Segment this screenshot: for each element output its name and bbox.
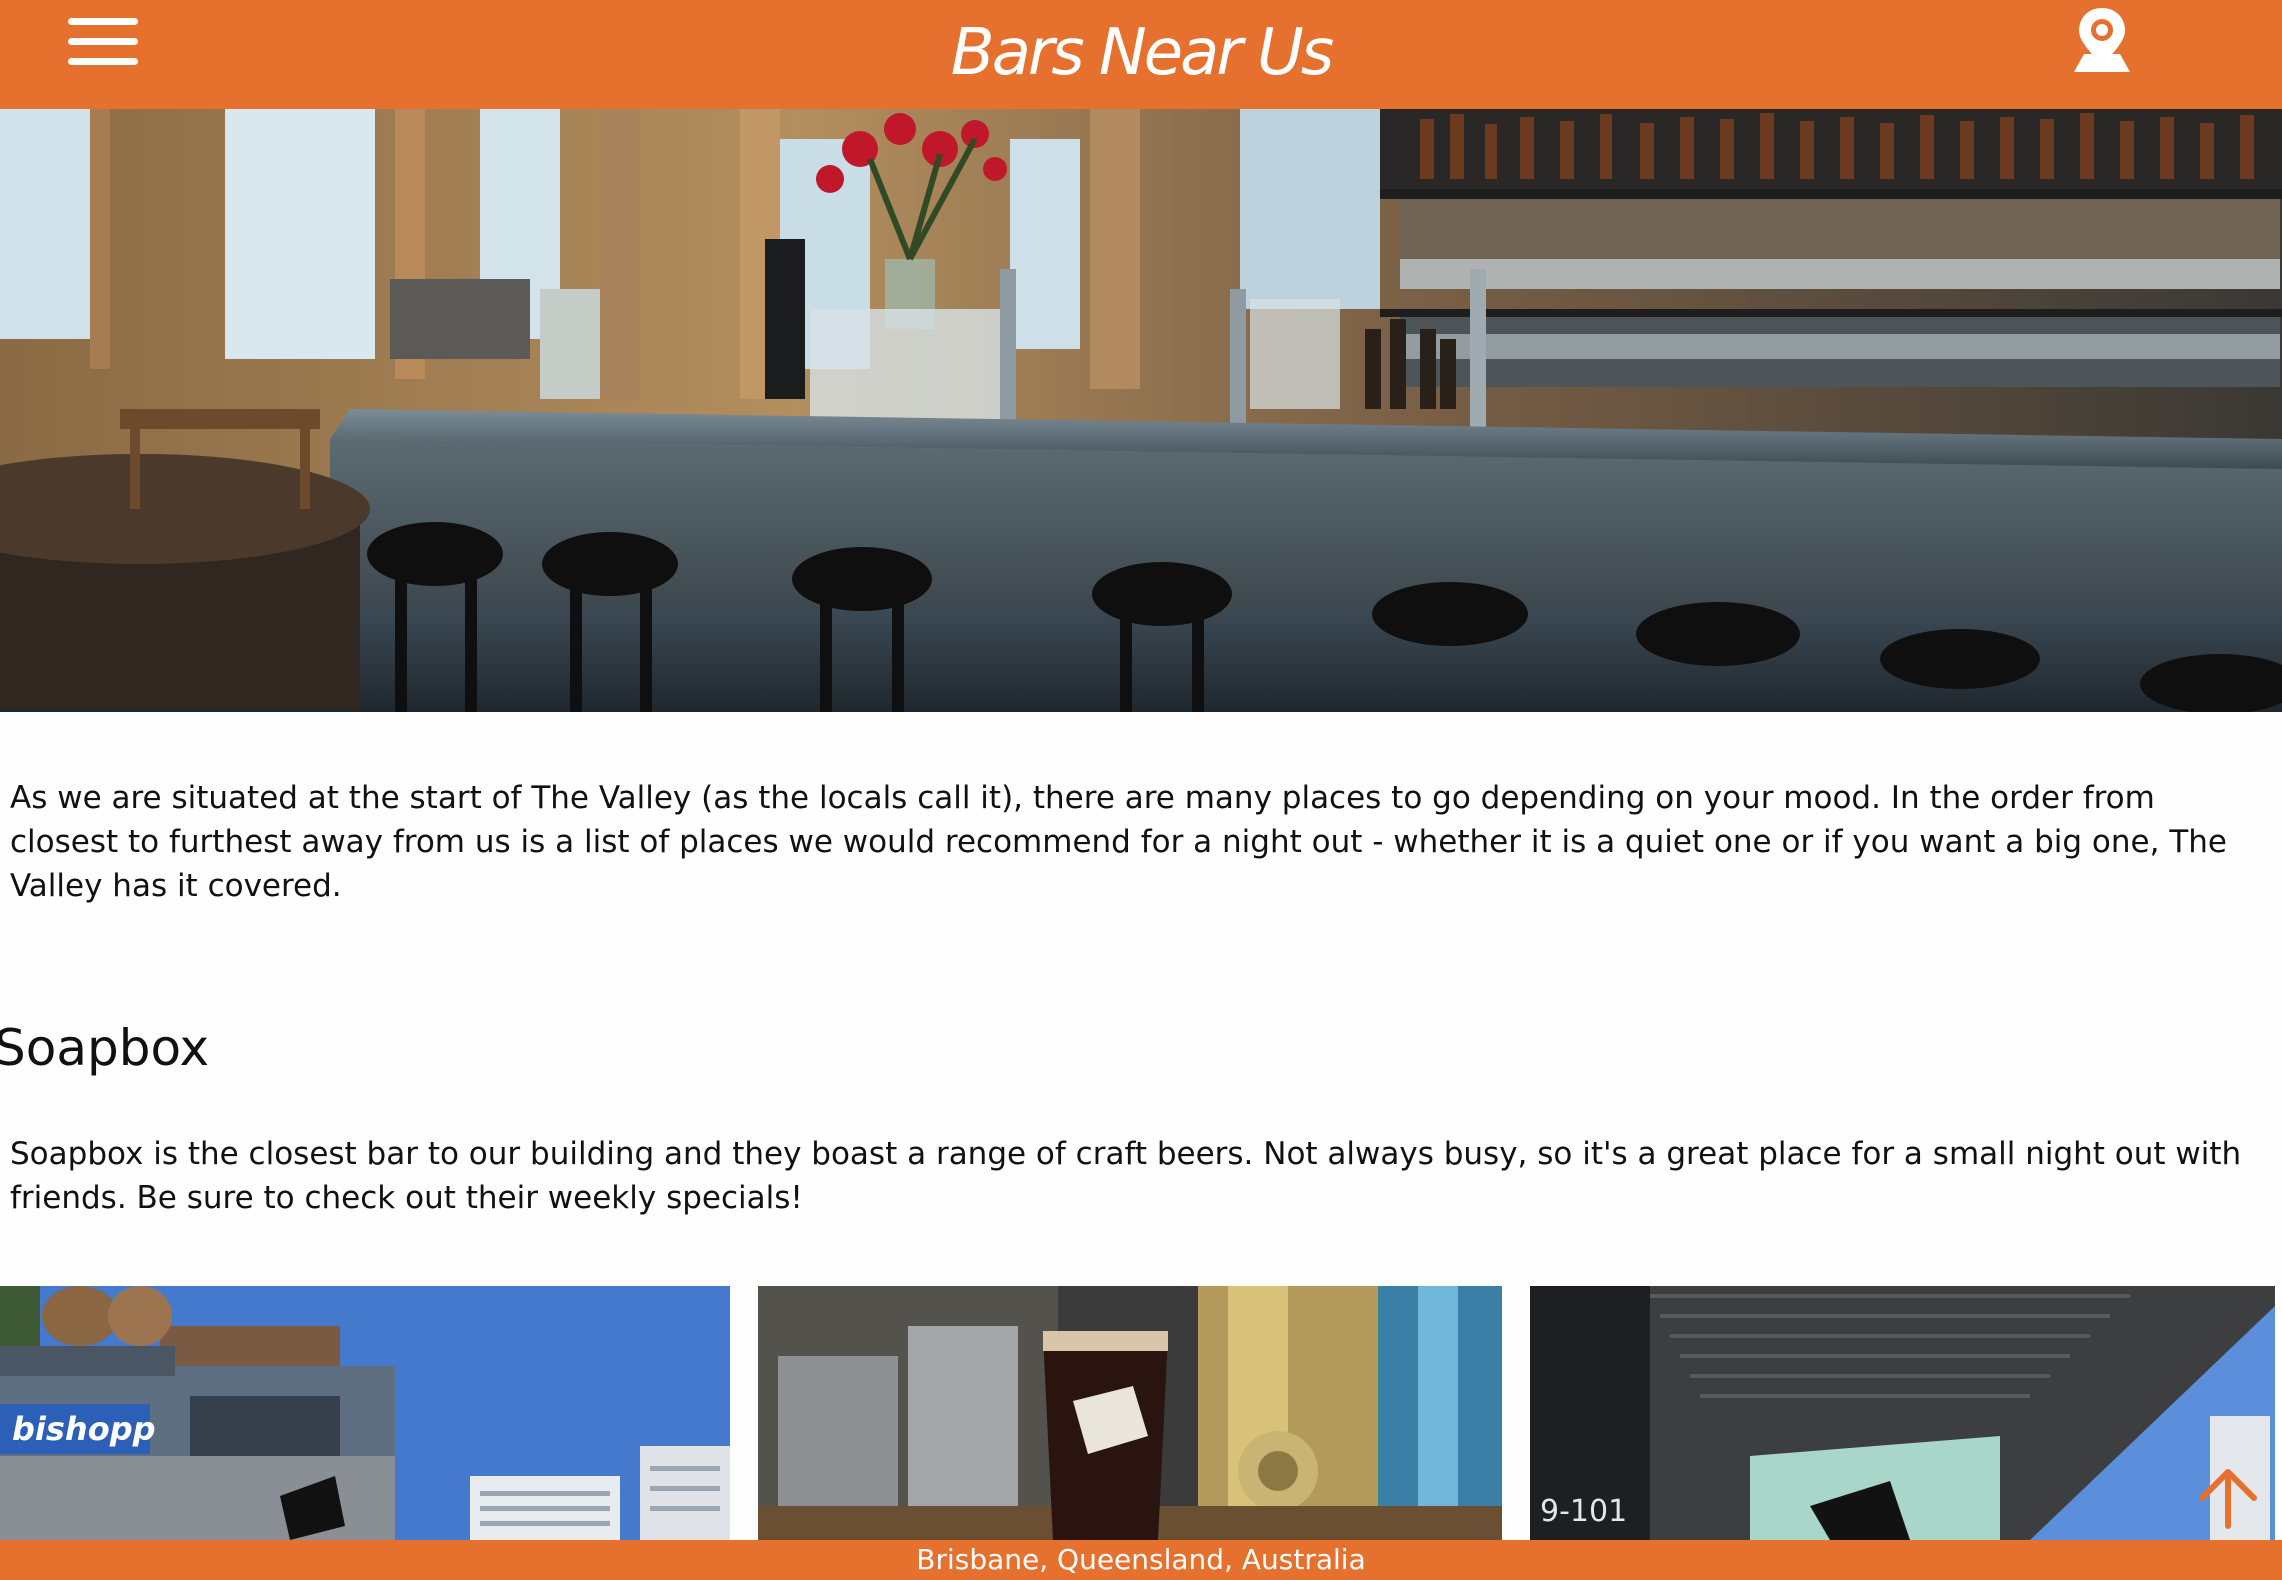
intro-paragraph: As we are situated at the start of The V… xyxy=(10,780,2227,904)
arrow-up-icon[interactable] xyxy=(2196,1466,2260,1530)
bar-photo-exterior[interactable]: bishopp xyxy=(0,1286,730,1540)
bar-photo-awning-flag[interactable]: 9-101 xyxy=(1530,1286,2275,1540)
footer-location-text: Brisbane, Queensland, Australia xyxy=(916,1543,1366,1576)
hamburger-menu-icon[interactable] xyxy=(68,18,138,66)
top-navigation-bar: Bars Near Us xyxy=(0,0,2282,109)
sign-text: 9-101 xyxy=(1540,1494,1627,1529)
site-title: Bars Near Us xyxy=(950,16,1334,90)
bar-name-heading: Soapbox xyxy=(0,1019,210,1077)
map-pin-icon[interactable] xyxy=(2070,6,2134,74)
bar-description: Soapbox is the closest bar to our buildi… xyxy=(10,1136,2242,1216)
bar-photo-brewery-pint[interactable] xyxy=(758,1286,1502,1540)
hero-bar-interior-image xyxy=(0,109,2282,712)
footer-bar: Brisbane, Queensland, Australia xyxy=(0,1540,2282,1580)
sign-text: bishopp xyxy=(12,1410,156,1448)
